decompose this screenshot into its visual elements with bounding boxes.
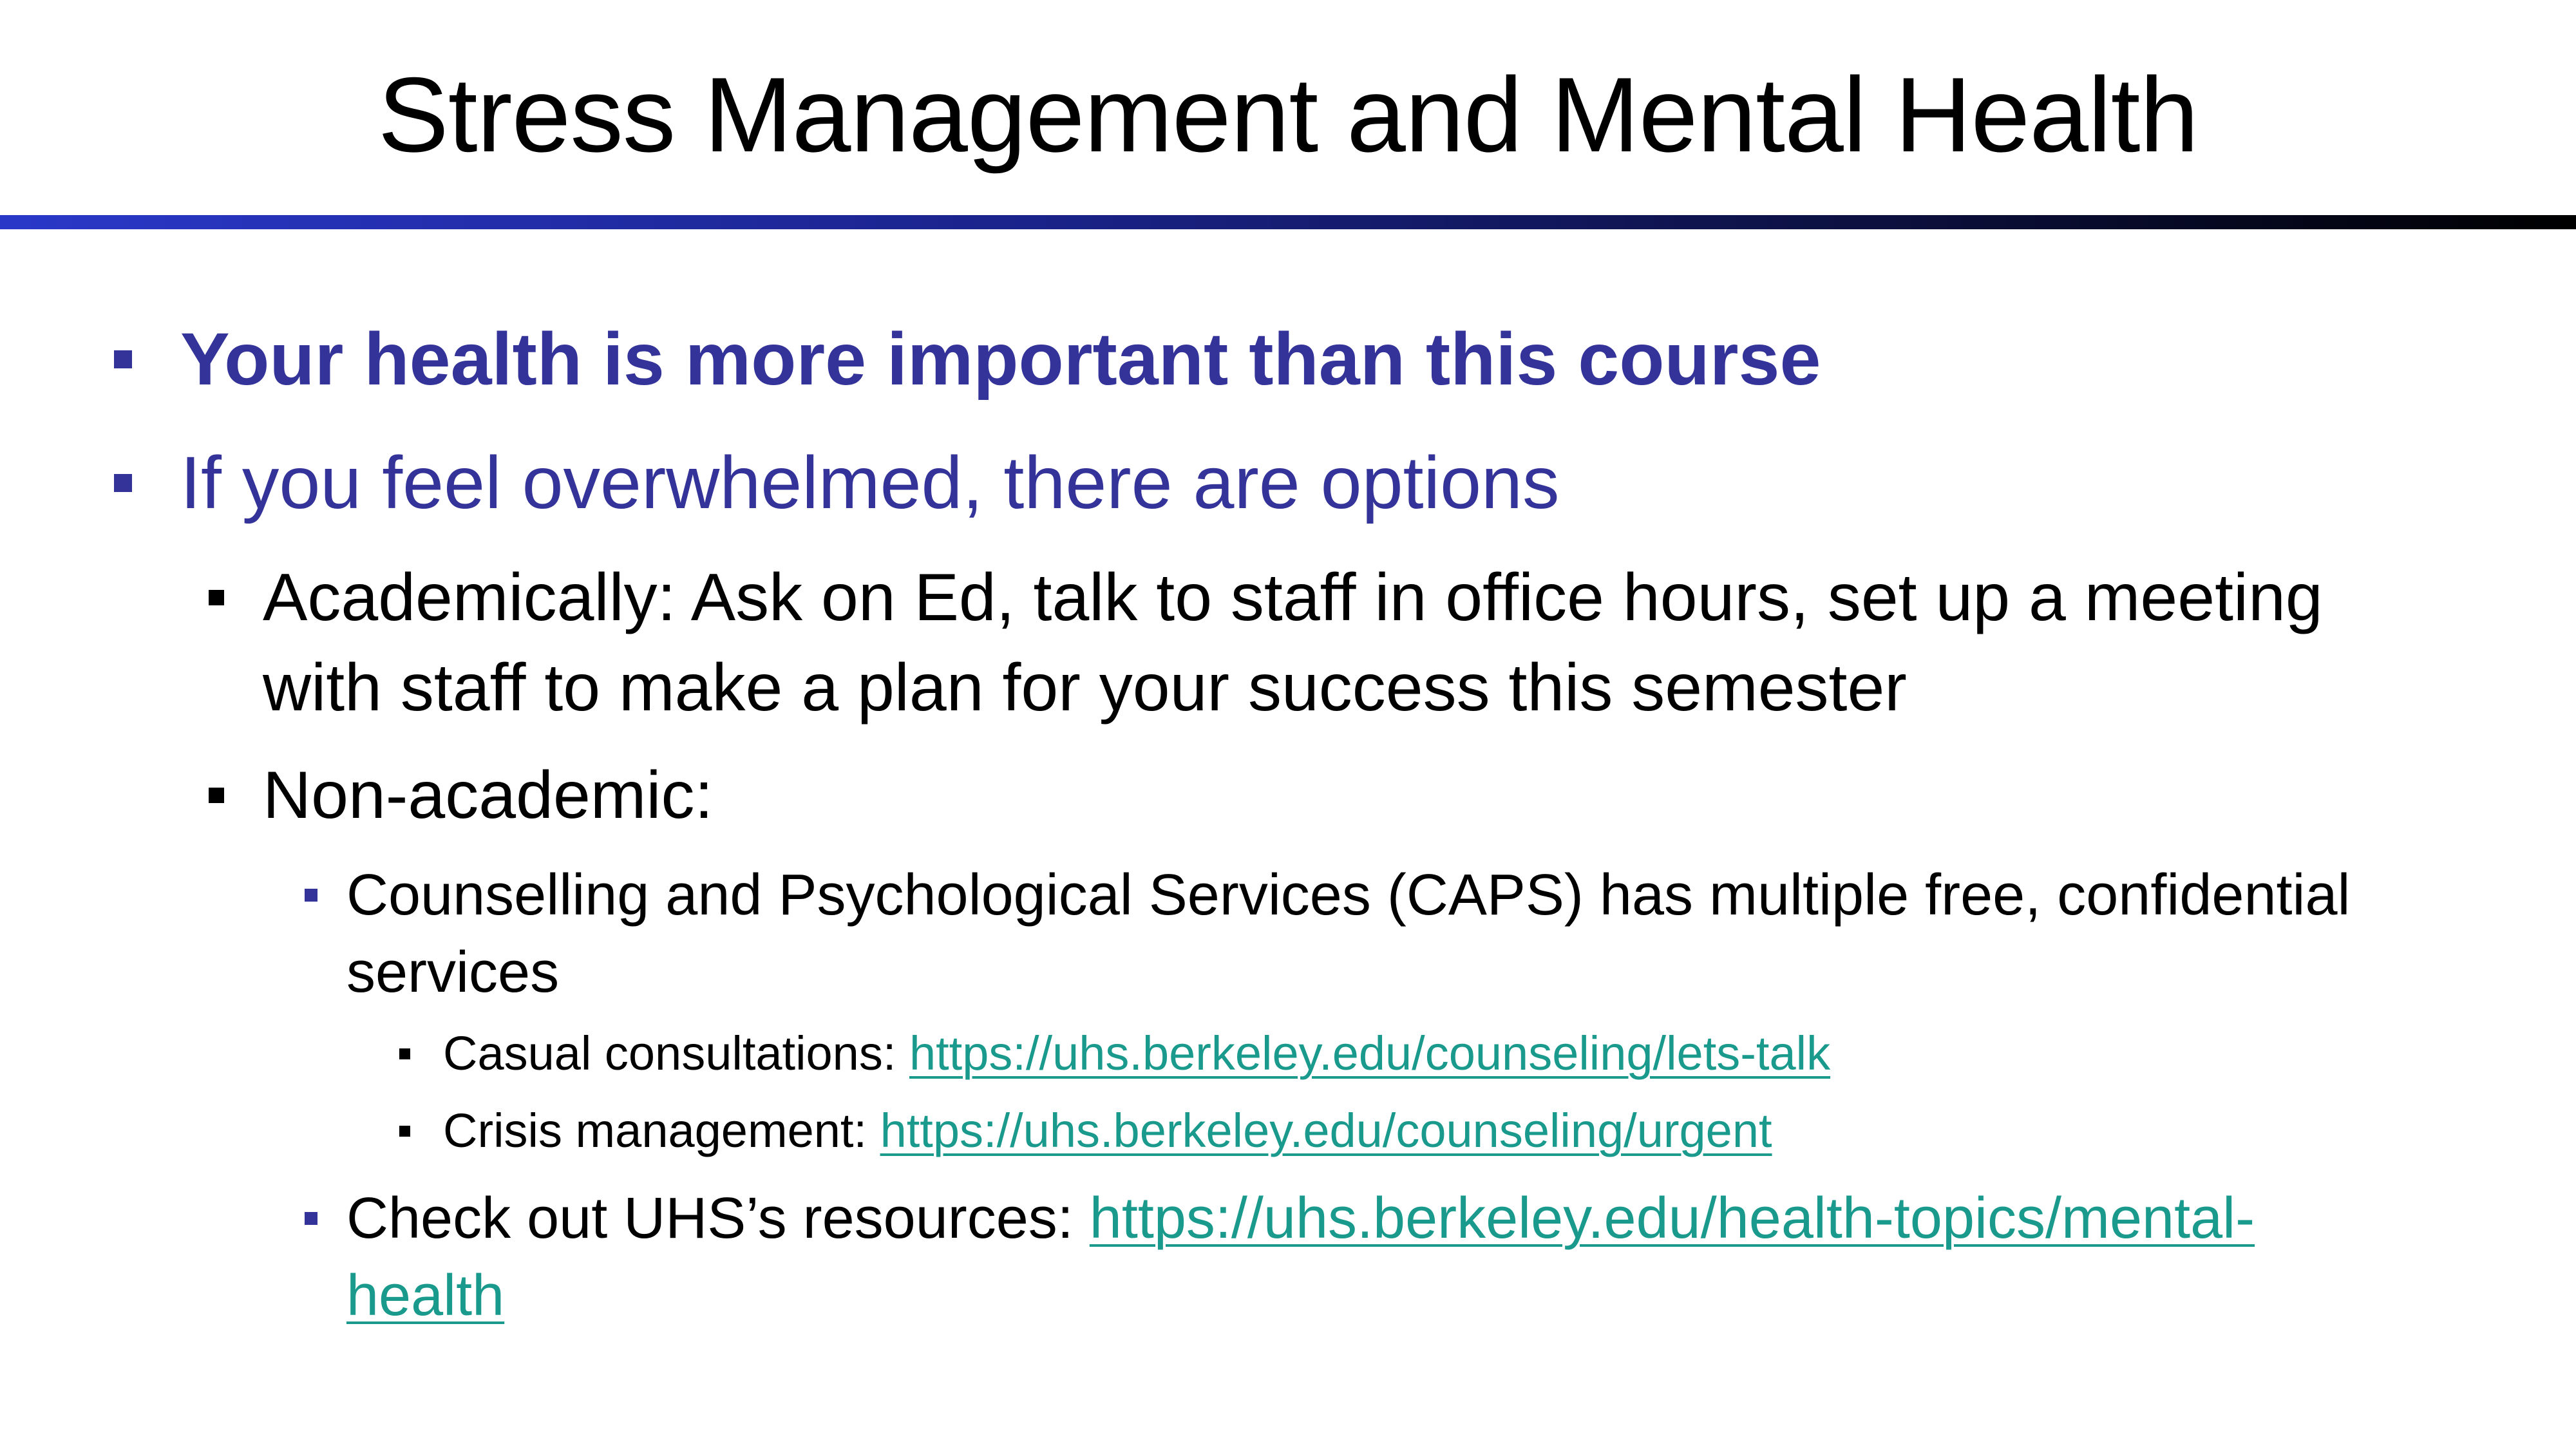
bullet-caps-line1: Counselling and Psychological Services (…: [346, 863, 2351, 927]
bullet-casual: Casual consultations: https://uhs.berkel…: [399, 1021, 1830, 1086]
crisis-management-link[interactable]: https://uhs.berkeley.edu/counseling/urge…: [880, 1104, 1772, 1157]
bullet-uhs: Check out UHS’s resources: https://uhs.b…: [305, 1180, 2255, 1334]
bullet-crisis: Crisis management: https://uhs.berkeley.…: [399, 1099, 1772, 1163]
slide: Stress Management and Mental Health Your…: [0, 0, 2576, 1449]
bullet-overwhelmed: If you feel overwhelmed, there are optio…: [114, 438, 1560, 528]
bullet-casual-label: Casual consultations:: [443, 1027, 909, 1080]
bullet-academic: Academically: Ask on Ed, talk to staff i…: [209, 553, 2323, 733]
uhs-resources-link-part1[interactable]: https://uhs.berkeley.edu/health-topics/m…: [1090, 1186, 2255, 1251]
bullet-academic-line2: with staff to make a plan for your succe…: [263, 650, 1907, 725]
uhs-resources-link-part2[interactable]: health: [346, 1264, 504, 1328]
bullet-crisis-label: Crisis management:: [443, 1104, 880, 1157]
square-bullet-icon: [305, 889, 317, 902]
square-bullet-icon: [114, 350, 132, 368]
square-bullet-icon: [209, 788, 224, 803]
bullet-caps: Counselling and Psychological Services (…: [305, 857, 2351, 1011]
slide-title: Stress Management and Mental Health: [377, 55, 2199, 174]
bullet-nonacademic-text: Non-academic:: [263, 758, 714, 833]
bullet-health: Your health is more important than this …: [114, 314, 1821, 404]
square-bullet-icon: [305, 1212, 317, 1225]
square-bullet-icon: [209, 590, 224, 605]
bullet-uhs-label: Check out UHS’s resources:: [346, 1186, 1090, 1251]
bullet-uhs-line2: health: [346, 1257, 2255, 1334]
bullet-overwhelmed-text: If you feel overwhelmed, there are optio…: [180, 442, 1560, 524]
square-bullet-icon: [399, 1126, 410, 1137]
square-bullet-icon: [114, 474, 132, 492]
bullet-academic-line1: Academically: Ask on Ed, talk to staff i…: [263, 560, 2323, 635]
casual-consultations-link[interactable]: https://uhs.berkeley.edu/counseling/lets…: [909, 1027, 1830, 1080]
bullet-nonacademic: Non-academic:: [209, 750, 714, 840]
bullet-caps-line2: services: [346, 940, 560, 1005]
bullet-uhs-line1: Check out UHS’s resources: https://uhs.b…: [346, 1180, 2255, 1257]
bullet-health-text: Your health is more important than this …: [180, 318, 1821, 401]
title-divider: [0, 215, 2576, 229]
square-bullet-icon: [399, 1048, 410, 1059]
